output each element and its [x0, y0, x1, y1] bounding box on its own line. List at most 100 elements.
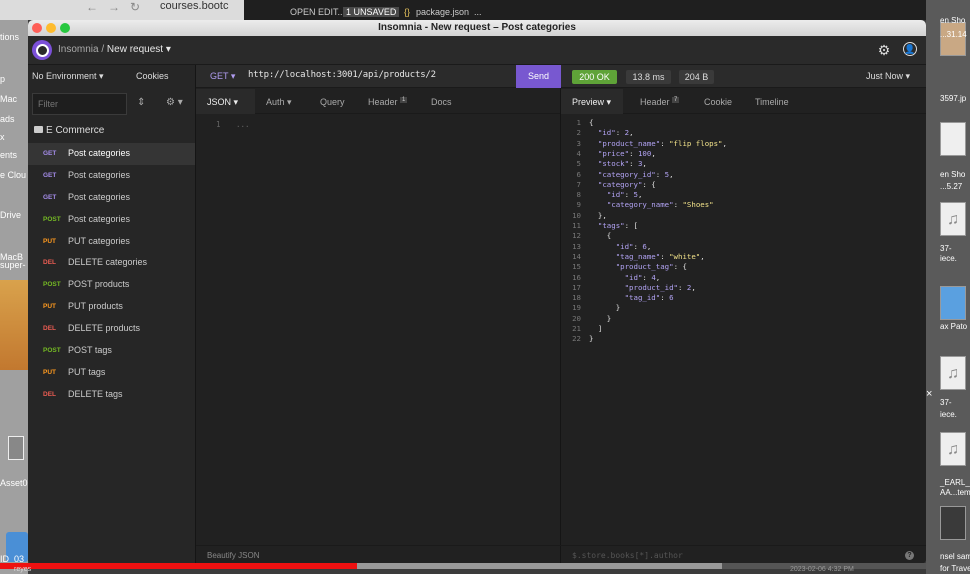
sidebar-request-item[interactable]: POST POST products: [28, 274, 195, 296]
tab-preview[interactable]: Preview ▾: [572, 97, 611, 108]
send-button[interactable]: Send: [516, 65, 561, 88]
folder-item[interactable]: E Commerce: [28, 121, 195, 143]
cookies-button[interactable]: Cookies: [136, 71, 169, 81]
sidebar-request-item[interactable]: GET Post categories: [28, 143, 195, 165]
json-text: "product_id": 2,: [589, 283, 696, 293]
insomnia-logo-icon[interactable]: [32, 40, 52, 60]
vscode-more: ...: [474, 7, 482, 17]
line-number: 14: [572, 251, 581, 261]
vscode-file-tab: package.json: [416, 7, 470, 17]
tab-header[interactable]: Header 1: [368, 97, 408, 107]
tab-docs[interactable]: Docs: [431, 97, 452, 107]
json-line: 15 "product_tag": {: [561, 262, 926, 272]
background-vscode-toolbar: OPEN EDIT... 1 UNSAVED {} package.json .…: [244, 0, 944, 20]
history-dropdown[interactable]: Just Now ▾: [866, 71, 910, 82]
line-number: 20: [572, 313, 581, 323]
music-file-icon: ♫: [940, 202, 966, 236]
line-number: 1: [216, 120, 221, 129]
request-name: DELETE tags: [68, 388, 123, 399]
tab-auth-label: Auth: [266, 97, 285, 107]
window-titlebar: Insomnia - New request – Post categories: [28, 20, 926, 36]
environment-select[interactable]: No Environment ▾: [32, 71, 104, 82]
request-method-badge: PUT: [43, 303, 56, 311]
line-number: 16: [572, 272, 581, 282]
help-icon[interactable]: ?: [905, 551, 914, 560]
desktop-label: e Clou: [0, 170, 27, 180]
filter-input[interactable]: [32, 93, 127, 115]
browser-nav-icons: ←→↻: [86, 0, 151, 14]
json-text: "id": 4,: [589, 273, 661, 283]
method-select[interactable]: GET ▾: [210, 71, 235, 82]
line-number: 12: [572, 231, 581, 241]
minimize-window-button[interactable]: [46, 23, 56, 33]
json-key: "product_name": [597, 138, 661, 148]
tab-cookie[interactable]: Cookie: [704, 97, 732, 107]
json-line: 18 "tag_id": 6: [561, 293, 926, 303]
json-punct: :: [660, 138, 670, 148]
maximize-window-button[interactable]: [60, 23, 70, 33]
filter-row: ⇕ ⚙ ▾: [28, 85, 195, 121]
tab-auth[interactable]: Auth ▾: [266, 97, 292, 108]
desktop-label: 37-: [940, 244, 952, 253]
tab-query[interactable]: Query: [320, 97, 345, 107]
sidebar-request-item[interactable]: PUT PUT tags: [28, 362, 195, 384]
environment-label: No Environment: [32, 71, 97, 81]
sidebar-request-item[interactable]: POST Post categories: [28, 209, 195, 231]
sidebar-request-item[interactable]: DEL DELETE tags: [28, 384, 195, 406]
json-punct: :: [655, 169, 665, 179]
sidebar-request-item[interactable]: GET Post categories: [28, 165, 195, 187]
json-punct: : [: [624, 221, 638, 230]
request-method-badge: POST: [43, 281, 61, 289]
line-number: 7: [576, 179, 581, 189]
json-text: {: [589, 231, 611, 241]
url-input[interactable]: http://localhost:3001/api/products/2: [248, 70, 436, 80]
response-filter-input[interactable]: $.store.books[*].author: [572, 551, 683, 560]
request-body-editor[interactable]: 1 ...: [196, 115, 561, 545]
sidebar-request-item[interactable]: DEL DELETE categories: [28, 252, 195, 274]
close-window-button[interactable]: [32, 23, 42, 33]
close-icon[interactable]: ×: [926, 388, 932, 400]
json-line: 1{: [561, 118, 926, 128]
tab-response-header[interactable]: Header 7: [640, 97, 680, 107]
json-key: "id": [606, 190, 625, 200]
sidebar-request-item[interactable]: GET Post categories: [28, 187, 195, 209]
gear-icon[interactable]: ⚙ ▾: [166, 97, 183, 108]
sidebar-request-item[interactable]: PUT PUT products: [28, 296, 195, 318]
chevron-down-icon[interactable]: ▾: [166, 44, 171, 55]
desktop-left-strip: tions p Mac ads x ents e Clou Drive MacB super- As…: [0, 20, 28, 574]
json-punct: ,: [722, 138, 727, 148]
sort-icon[interactable]: ⇕: [137, 97, 145, 108]
request-method-badge: DEL: [43, 325, 56, 333]
json-punct: [589, 283, 625, 292]
json-punct: ,: [651, 148, 656, 158]
desktop-label: p: [0, 74, 6, 84]
desktop-label: x: [0, 132, 5, 142]
gear-icon[interactable]: ⚙: [876, 42, 892, 58]
line-number: 3: [576, 138, 581, 148]
json-text: "tags": [: [589, 221, 638, 231]
desktop-label: ads: [0, 114, 15, 124]
breadcrumb-app[interactable]: Insomnia: [58, 44, 99, 55]
json-key: "stock": [597, 159, 630, 169]
json-punct: : {: [673, 262, 687, 272]
json-key: "category_name": [606, 200, 674, 210]
sidebar-request-item[interactable]: DEL DELETE products: [28, 318, 195, 340]
sidebar-request-item[interactable]: POST POST tags: [28, 340, 195, 362]
status-badge: 200 OK: [572, 70, 617, 84]
desktop-label: ...31.14: [940, 30, 967, 39]
request-method-badge: DEL: [43, 390, 56, 398]
json-text: "id": 5,: [589, 190, 643, 200]
sidebar-request-item[interactable]: PUT PUT categories: [28, 231, 195, 253]
response-json-viewer[interactable]: 1{2 "id": 2, 3 "product_name": "flip flop…: [561, 115, 926, 545]
json-text: "tag_id": 6: [589, 293, 674, 303]
photo-thumb: [940, 22, 966, 56]
desktop-label: AA...tems: [940, 488, 970, 497]
chevron-down-icon: ▾: [230, 71, 236, 81]
tab-body[interactable]: JSON ▾: [207, 97, 238, 108]
json-number: 100: [637, 148, 652, 158]
json-line: 9 "category_name": "Shoes": [561, 200, 926, 210]
tab-timeline[interactable]: Timeline: [755, 97, 789, 107]
user-icon[interactable]: 👤: [903, 42, 917, 56]
breadcrumb-request[interactable]: New request: [107, 44, 163, 55]
beautify-json-button[interactable]: Beautify JSON: [196, 545, 561, 564]
